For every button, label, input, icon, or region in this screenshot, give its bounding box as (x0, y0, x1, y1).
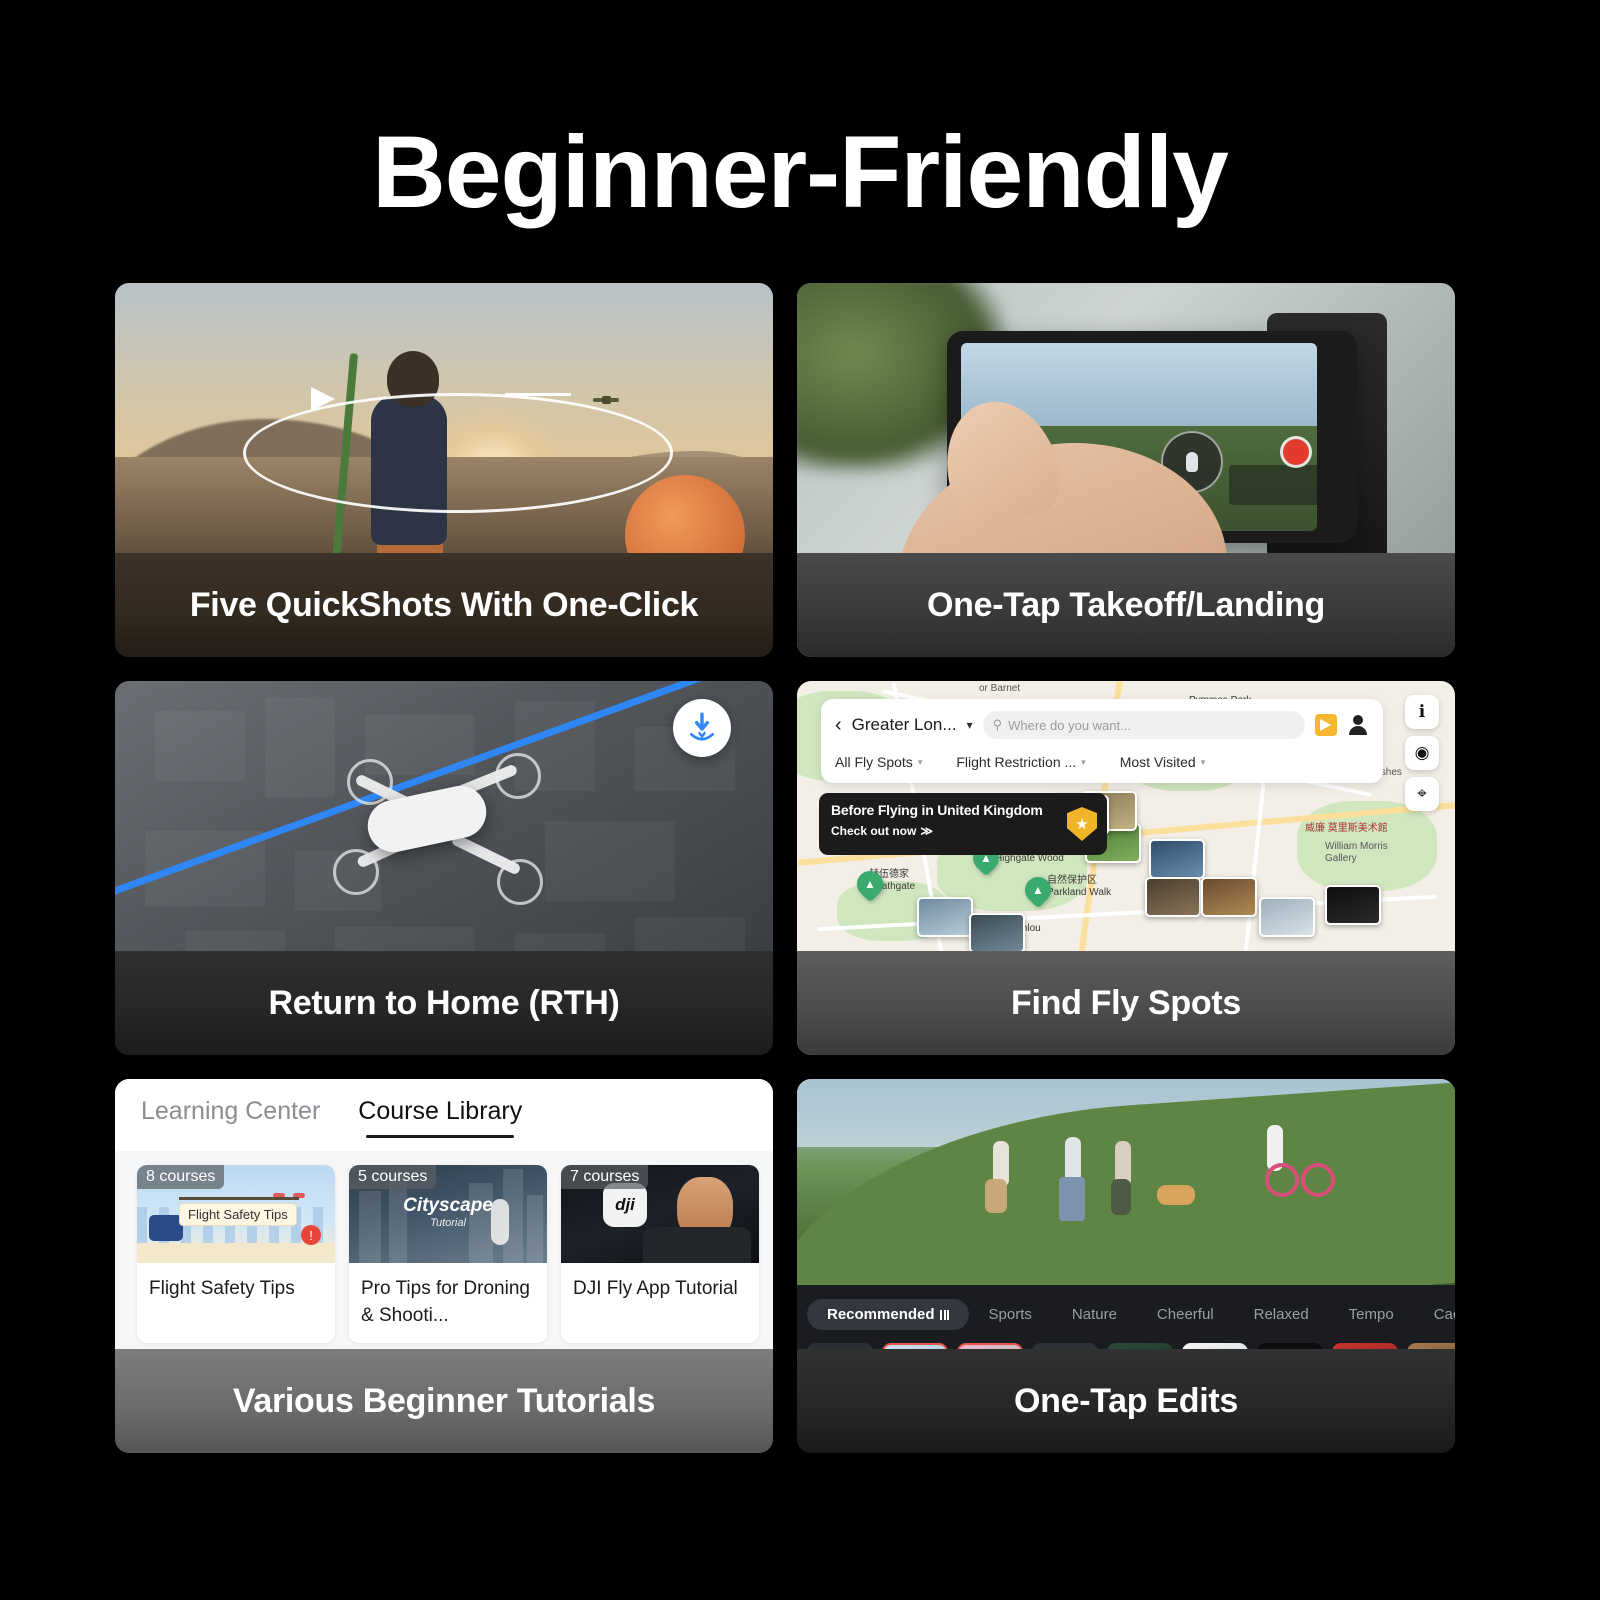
thumbnail-label: Cityscape (403, 1195, 493, 1216)
orbit-arrow-icon (311, 387, 335, 411)
map-top-bar: ‹ Greater Lon... ▾ ⚲ Where do you want..… (821, 699, 1383, 783)
edits-mood-tabs: Recommended Sports Nature Cheerful Relax… (807, 1299, 1455, 1330)
course-list: Flight Safety Tips ! 8 courses Flight Sa… (137, 1165, 773, 1343)
course-card[interactable]: Flight Safety Tips ! 8 courses Flight Sa… (137, 1165, 335, 1343)
chevron-down-icon[interactable]: ▾ (967, 718, 973, 732)
course-thumbnail: dji 7 courses (561, 1165, 759, 1263)
page-title: Beginner-Friendly (372, 115, 1229, 229)
course-thumbnail: Flight Safety Tips ! 8 courses (137, 1165, 335, 1263)
double-chevron-icon: ≫ (920, 824, 933, 838)
back-chevron-icon[interactable]: ‹ (835, 715, 842, 735)
rth-badge-icon (673, 699, 731, 757)
tab-cadent[interactable]: Cadent (1414, 1299, 1455, 1330)
filter-most-visited[interactable]: Most Visited ▾ (1120, 754, 1206, 770)
locate-icon[interactable]: ⌖ (1405, 777, 1439, 811)
edits-photo (797, 1079, 1455, 1285)
course-badge: 8 courses (137, 1165, 225, 1189)
tab-cheerful[interactable]: Cheerful (1137, 1299, 1234, 1330)
course-title: Pro Tips for Droning & Shooti... (361, 1278, 530, 1326)
map-label: or Barnet (979, 683, 1021, 694)
card-takeoff[interactable]: One-Tap Takeoff/Landing (797, 283, 1455, 657)
search-input[interactable]: ⚲ Where do you want... (982, 711, 1305, 739)
card-caption: Five QuickShots With One-Click (115, 553, 773, 657)
before-flying-banner[interactable]: Before Flying in United Kingdom Check ou… (819, 793, 1107, 855)
thumbnail-sublabel: Tutorial (430, 1217, 466, 1229)
map-label: 威廉 莫里斯美术館 (1305, 823, 1388, 834)
bicycle-icon (1265, 1153, 1335, 1197)
alert-icon: ! (301, 1225, 321, 1245)
thumbnail-label: Flight Safety Tips (179, 1203, 297, 1226)
map-label: William Morris Gallery (1325, 841, 1388, 864)
card-flyspots[interactable]: or Barnet Pymmes Park 宜家家居 IKEA(Tottenha… (797, 681, 1455, 1055)
tab-course-library[interactable]: Course Library (358, 1097, 522, 1138)
page-root: Beginner-Friendly Five QuickShots With O… (0, 0, 1600, 1600)
card-caption: Return to Home (RTH) (115, 951, 773, 1055)
course-card[interactable]: Cityscape Tutorial 5 courses Pro Tips fo… (349, 1165, 547, 1343)
drone-icon (593, 395, 619, 405)
card-quickshots[interactable]: Five QuickShots With One-Click (115, 283, 773, 657)
city-selector-label[interactable]: Greater Lon... (852, 715, 957, 735)
record-button-icon (1283, 439, 1309, 465)
learning-center-app: Learning Center Course Library Flight Sa… (115, 1079, 773, 1349)
card-caption: One-Tap Edits (797, 1349, 1455, 1453)
course-title: DJI Fly App Tutorial (573, 1278, 738, 1299)
card-edits[interactable]: Recommended Sports Nature Cheerful Relax… (797, 1079, 1455, 1453)
banner-title: Before Flying in United Kingdom (831, 802, 1043, 818)
tab-recommended[interactable]: Recommended (807, 1299, 969, 1330)
feature-grid: Five QuickShots With One-Click One-Tap T… (115, 283, 1455, 1453)
equalizer-icon (939, 1309, 949, 1320)
map-controls: ℹ ◉ ⌖ (1405, 695, 1439, 811)
banner-cta[interactable]: Check out now ≫ (831, 824, 1095, 838)
flag-icon[interactable] (1315, 714, 1337, 736)
info-icon[interactable]: ℹ (1405, 695, 1439, 729)
learning-header: Learning Center Course Library (115, 1079, 773, 1151)
profile-avatar-icon[interactable] (1347, 714, 1369, 736)
card-caption: One-Tap Takeoff/Landing (797, 553, 1455, 657)
search-icon: ⚲ (992, 717, 1003, 732)
learning-tabs: Learning Center Course Library (141, 1097, 522, 1138)
tab-sports[interactable]: Sports (969, 1299, 1052, 1330)
remote-controller-icon (149, 1215, 183, 1241)
tab-tempo[interactable]: Tempo (1329, 1299, 1414, 1330)
tab-relaxed[interactable]: Relaxed (1234, 1299, 1329, 1330)
map-label: 自然保护区 Parkland Walk (1047, 875, 1112, 898)
course-title: Flight Safety Tips (149, 1278, 295, 1299)
search-placeholder: Where do you want... (1008, 717, 1131, 733)
filter-all-fly-spots[interactable]: All Fly Spots ▾ (835, 754, 922, 770)
filter-flight-restriction[interactable]: Flight Restriction ... ▾ (956, 754, 1085, 770)
dji-logo-icon: dji (603, 1183, 647, 1227)
card-caption: Various Beginner Tutorials (115, 1349, 773, 1453)
course-badge: 5 courses (349, 1165, 437, 1189)
card-rth[interactable]: Return to Home (RTH) (115, 681, 773, 1055)
course-card[interactable]: dji 7 courses DJI Fly App Tutorial (561, 1165, 759, 1343)
card-tutorials[interactable]: Learning Center Course Library Flight Sa… (115, 1079, 773, 1453)
eye-icon[interactable]: ◉ (1405, 736, 1439, 770)
orbit-path-icon (243, 393, 673, 513)
tab-learning-center[interactable]: Learning Center (141, 1097, 320, 1136)
course-badge: 7 courses (561, 1165, 649, 1189)
course-thumbnail: Cityscape Tutorial 5 courses (349, 1165, 547, 1263)
tab-nature[interactable]: Nature (1052, 1299, 1137, 1330)
card-caption: Find Fly Spots (797, 951, 1455, 1055)
